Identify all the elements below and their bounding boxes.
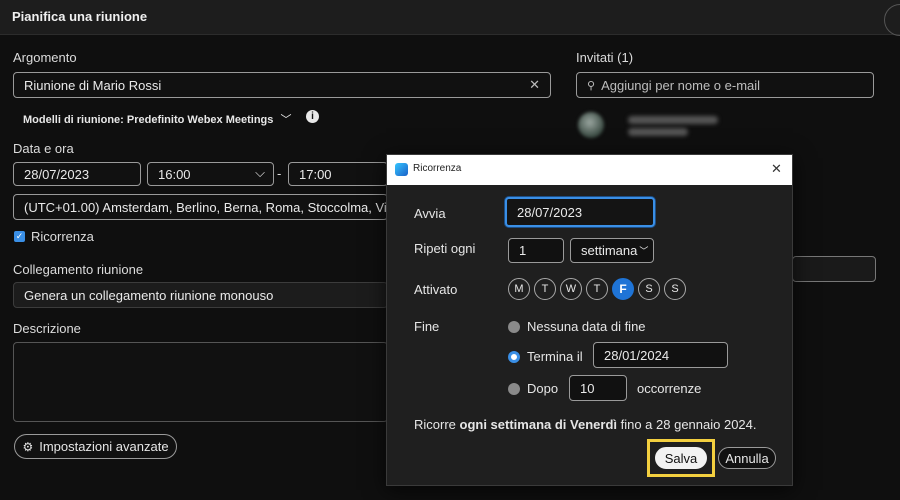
summary-suffix: fino a 28 gennaio 2024. xyxy=(617,417,757,432)
recurrence-label: Ricorrenza xyxy=(31,229,94,244)
window-title: Pianifica una riunione xyxy=(12,9,148,24)
end-on-date-input[interactable]: 28/01/2024 xyxy=(593,342,728,368)
after-count-value: 10 xyxy=(580,380,595,396)
end-after-label: Dopo xyxy=(527,381,559,396)
dialog-title: Ricorrenza xyxy=(413,163,462,174)
meeting-link-select[interactable]: Genera un collegamento riunione monouso xyxy=(13,282,388,308)
day-toggle-fri[interactable]: F xyxy=(612,278,634,300)
end-on-date-value: 28/01/2024 xyxy=(604,347,670,363)
radio-selected-icon[interactable] xyxy=(508,350,520,363)
topic-label: Argomento xyxy=(13,50,77,65)
radio-unselected-icon[interactable] xyxy=(508,320,520,333)
repeat-count-input[interactable]: 1 xyxy=(508,238,564,263)
day-toggle-sat[interactable]: S xyxy=(638,278,660,300)
summary-bold: ogni settimana di Venerdì xyxy=(459,417,617,432)
end-none-label: Nessuna data di fine xyxy=(527,319,646,334)
recurrence-toggle[interactable]: ✓ Ricorrenza xyxy=(14,229,94,244)
date-input[interactable]: 28/07/2023 xyxy=(13,162,141,186)
start-time-select[interactable]: 16:00 ⌵ xyxy=(147,162,274,186)
search-icon: ⚲ xyxy=(587,79,596,92)
templates-dropdown[interactable]: Modelli di riunione: Predefinito Webex M… xyxy=(23,111,291,127)
clear-icon[interactable]: ✕ xyxy=(529,77,540,93)
checkbox-checked-icon[interactable]: ✓ xyxy=(14,231,25,242)
invitee-search-placeholder: Aggiungi per nome o e-mail xyxy=(601,77,761,93)
recurrence-summary: Ricorre ogni settimana di Venerdì fino a… xyxy=(414,417,757,432)
repeat-count-value: 1 xyxy=(519,243,527,258)
description-label: Descrizione xyxy=(13,321,81,336)
webex-logo-icon xyxy=(395,163,408,176)
templates-label: Modelli di riunione: Predefinito Webex M… xyxy=(23,114,274,126)
chevron-down-icon: ﹀ xyxy=(280,114,292,126)
invitees-label: Invitati (1) xyxy=(576,50,634,65)
invitee-search-input[interactable]: ⚲ Aggiungi per nome o e-mail xyxy=(576,72,874,98)
recurrence-dialog: Ricorrenza ✕ Avvia 28/07/2023 Ripeti ogn… xyxy=(386,154,793,486)
day-toggle-thu[interactable]: T xyxy=(586,278,608,300)
repeat-unit-select[interactable]: settimana ﹀ xyxy=(570,238,654,263)
gear-icon: ⚙ xyxy=(22,439,34,454)
advanced-settings-label: Impostazioni avanzate xyxy=(39,439,169,454)
radio-unselected-icon[interactable] xyxy=(508,382,520,395)
day-toggle-mon[interactable]: M xyxy=(508,278,530,300)
topic-value: Riunione di Mario Rossi xyxy=(24,77,162,93)
start-date-input[interactable]: 28/07/2023 xyxy=(505,197,655,227)
end-time-value: 17:00 xyxy=(299,166,332,182)
close-icon[interactable]: ✕ xyxy=(771,161,782,177)
end-on-label: Termina il xyxy=(527,349,583,364)
weekday-picker: M T W T F S S xyxy=(508,278,686,300)
end-option-end-on[interactable]: Termina il xyxy=(508,349,583,364)
save-button[interactable]: Salva xyxy=(655,447,707,469)
meeting-link-label: Collegamento riunione xyxy=(13,262,144,277)
meeting-link-value: Genera un collegamento riunione monouso xyxy=(24,287,274,303)
advanced-settings-button[interactable]: ⚙ Impostazioni avanzate xyxy=(14,434,177,459)
invitee-name-blurred xyxy=(628,116,718,124)
repeat-label: Ripeti ogni xyxy=(414,241,476,256)
invitee-email-blurred xyxy=(628,128,688,136)
cancel-button[interactable]: Annulla xyxy=(718,447,776,469)
chevron-down-icon: ⌵ xyxy=(255,165,265,180)
datetime-label: Data e ora xyxy=(13,141,74,156)
end-option-after[interactable]: Dopo xyxy=(508,381,558,396)
chevron-down-icon: ﹀ xyxy=(639,246,649,256)
topic-input[interactable]: Riunione di Mario Rossi ✕ xyxy=(13,72,551,98)
occurrences-label: occorrenze xyxy=(637,381,702,396)
start-date-value: 28/07/2023 xyxy=(517,204,583,220)
day-toggle-tue[interactable]: T xyxy=(534,278,556,300)
description-textarea[interactable] xyxy=(13,342,388,422)
after-count-input[interactable]: 10 xyxy=(569,375,627,401)
end-option-none[interactable]: Nessuna data di fine xyxy=(508,319,646,334)
start-time-value: 16:00 xyxy=(158,166,191,182)
info-icon[interactable]: i xyxy=(306,110,319,123)
summary-prefix: Ricorre xyxy=(414,417,460,432)
time-separator: - xyxy=(277,166,282,181)
partial-field[interactable] xyxy=(792,256,876,282)
date-value: 28/07/2023 xyxy=(24,166,90,182)
end-time-select[interactable]: 17:00 xyxy=(288,162,388,186)
repeat-unit-value: settimana xyxy=(581,243,638,258)
start-label: Avvia xyxy=(414,206,446,221)
day-toggle-wed[interactable]: W xyxy=(560,278,582,300)
timezone-select[interactable]: (UTC+01.00) Amsterdam, Berlino, Berna, R… xyxy=(13,194,388,220)
avatar xyxy=(578,112,604,138)
on-label: Attivato xyxy=(414,282,458,297)
end-label: Fine xyxy=(414,319,440,334)
day-toggle-sun[interactable]: S xyxy=(664,278,686,300)
timezone-value: (UTC+01.00) Amsterdam, Berlino, Berna, R… xyxy=(24,199,388,215)
